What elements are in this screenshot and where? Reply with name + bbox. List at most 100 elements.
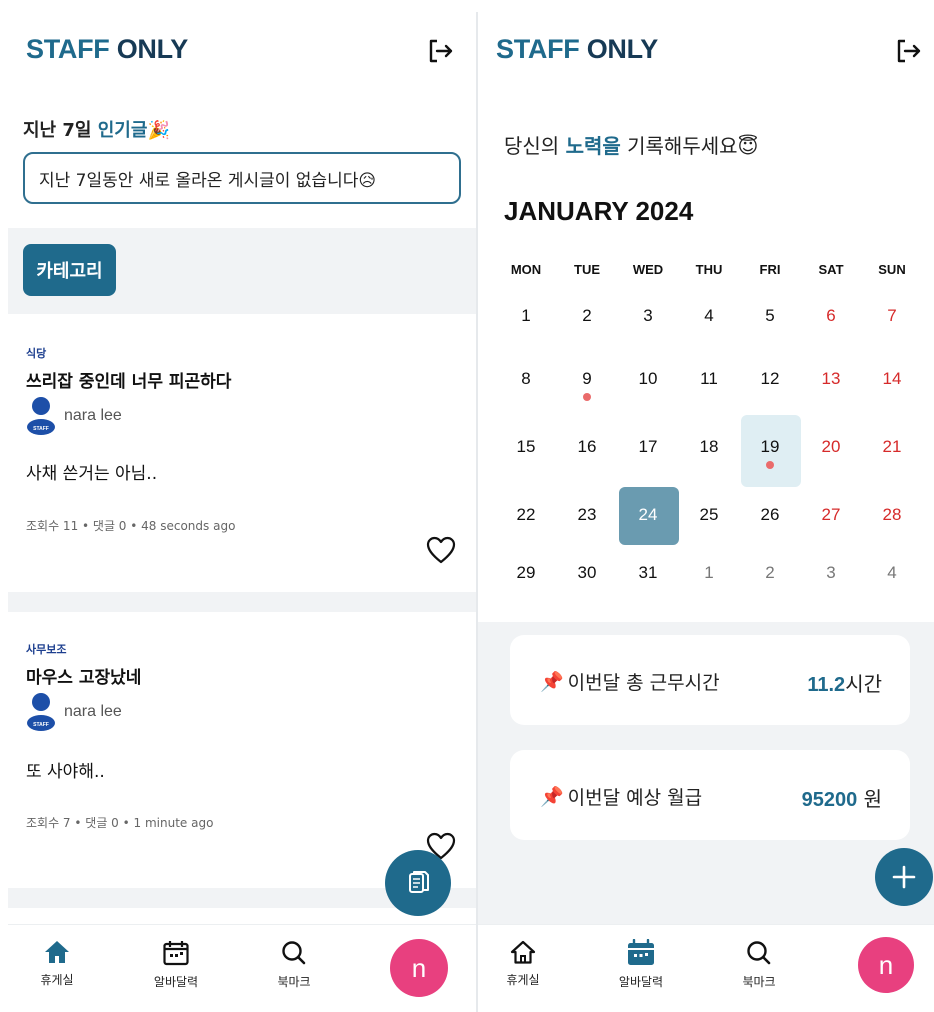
post-meta: 조회수 7 • 댓글 0 • 1 minute ago — [26, 816, 214, 830]
weekday-label: TUE — [574, 262, 600, 277]
shift-marker-dot — [766, 461, 774, 469]
weekday-label: SAT — [818, 262, 844, 277]
heart-icon[interactable] — [426, 536, 456, 564]
stat-number: 95200 — [801, 789, 858, 811]
calendar-day[interactable]: 21 — [862, 437, 922, 457]
calendar-day[interactable]: 1 — [496, 306, 556, 326]
weekday-label: THU — [695, 262, 723, 277]
calendar-icon — [628, 939, 654, 965]
post-card[interactable]: 사무보조 마우스 고장났네 STAFF nara lee 또 사야해.. 조회수… — [8, 612, 476, 888]
nav-item-lounge[interactable]: 휴게실 — [483, 939, 563, 988]
calendar-day[interactable]: 25 — [679, 505, 739, 525]
category-button[interactable]: 카테고리 — [23, 244, 116, 296]
logo-part-staff: STAFF — [496, 34, 580, 64]
calendar-day[interactable]: 28 — [862, 505, 922, 525]
popular-empty-message: 지난 7일동안 새로 올라온 게시글이 없습니다😥 — [23, 152, 461, 204]
calendar-day[interactable]: 6 — [801, 306, 861, 326]
nav-label: 알바달력 — [618, 975, 664, 989]
staff-badge-text: STAFF — [33, 426, 49, 432]
calendar-day[interactable]: 10 — [618, 369, 678, 389]
popular-posts-heading: 지난 7일 인기글🎉 — [23, 116, 170, 142]
calendar-day[interactable]: 22 — [496, 505, 556, 525]
profile-avatar[interactable]: n — [858, 937, 914, 993]
logout-icon[interactable] — [896, 38, 922, 64]
calendar-day[interactable]: 4 — [679, 306, 739, 326]
calendar-screen: STAFF ONLY 당신의 노력을 기록해두세요😇 JANUARY 2024 … — [478, 12, 934, 1012]
post-title: 마우스 고장났네 — [26, 668, 142, 688]
post-author: STAFF nara lee — [26, 396, 122, 436]
nav-item-calendar[interactable]: 알바달력 — [136, 939, 216, 990]
calendar-day[interactable]: 7 — [862, 306, 922, 326]
weekday-label: SUN — [878, 262, 906, 277]
calendar-day[interactable]: 24 — [618, 505, 678, 525]
logout-icon[interactable] — [428, 38, 454, 64]
post-meta: 조회수 11 • 댓글 0 • 48 seconds ago — [26, 519, 236, 533]
party-emoji-icon: 🎉 — [147, 120, 170, 141]
weekday-label: WED — [632, 262, 664, 277]
staff-badge-text: STAFF — [33, 722, 49, 728]
stat-card-hours: 📌 이번달 총 근무시간 11.2시간 — [510, 635, 910, 725]
weekday-label: MON — [510, 262, 542, 277]
post-category: 식당 — [26, 347, 47, 360]
bottom-nav: 휴게실 알바달력 북마크 n — [478, 924, 934, 1012]
calendar-day[interactable]: 3 — [618, 306, 678, 326]
profile-avatar[interactable]: n — [390, 939, 448, 997]
stat-label-text: 이번달 총 근무시간 — [567, 672, 720, 694]
shift-marker-dot — [583, 393, 591, 401]
stat-label-text: 이번달 예상 월급 — [567, 787, 703, 809]
calendar-day[interactable]: 11 — [679, 369, 739, 389]
calendar-day[interactable]: 27 — [801, 505, 861, 525]
calendar-day[interactable]: 26 — [740, 505, 800, 525]
motto-suffix: 기록해두세요😇 — [620, 134, 759, 158]
nav-item-lounge[interactable]: 휴게실 — [17, 939, 97, 988]
calendar-day[interactable]: 30 — [557, 563, 617, 583]
add-shift-button[interactable] — [875, 848, 933, 906]
calendar-day[interactable]: 12 — [740, 369, 800, 389]
calendar-day[interactable]: 23 — [557, 505, 617, 525]
stat-unit: 원 — [857, 787, 882, 811]
calendar-day[interactable]: 13 — [801, 369, 861, 389]
home-icon — [45, 941, 69, 963]
search-icon — [282, 941, 306, 965]
pushpin-icon: 📌 — [540, 671, 564, 693]
calendar-day[interactable]: 31 — [618, 563, 678, 583]
calendar-day[interactable]: 20 — [801, 437, 861, 457]
calendar-day[interactable]: 4 — [862, 563, 922, 583]
logo-part-only: ONLY — [586, 34, 659, 64]
calendar-day[interactable]: 9 — [557, 369, 617, 389]
nav-item-bookmark[interactable]: 북마크 — [719, 939, 799, 990]
calendar-day[interactable]: 2 — [740, 563, 800, 583]
calendar-day[interactable]: 16 — [557, 437, 617, 457]
nav-item-calendar[interactable]: 알바달력 — [601, 939, 681, 990]
calendar-day[interactable]: 14 — [862, 369, 922, 389]
calendar-month-label: JANUARY 2024 — [504, 196, 694, 226]
post-body: 사채 쓴거는 아님.. — [26, 464, 158, 484]
calendar-day[interactable]: 1 — [679, 563, 739, 583]
calendar-day[interactable]: 8 — [496, 369, 556, 389]
calendar-day[interactable]: 5 — [740, 306, 800, 326]
stat-value: 11.2시간 — [807, 668, 882, 697]
stat-label: 📌 이번달 예상 월급 — [540, 783, 702, 810]
lounge-screen: STAFF ONLY 지난 7일 인기글🎉 지난 7일동안 새로 올라온 게시글… — [8, 12, 476, 1012]
staff-avatar-icon: STAFF — [27, 693, 55, 731]
popular-highlight: 인기글 — [97, 120, 148, 141]
weekday-label: FRI — [759, 262, 781, 277]
calendar-day[interactable]: 17 — [618, 437, 678, 457]
write-post-button[interactable] — [385, 850, 451, 916]
calendar-day[interactable]: 2 — [557, 306, 617, 326]
calendar-day[interactable]: 15 — [496, 437, 556, 457]
calendar-day[interactable]: 3 — [801, 563, 861, 583]
app-logo: STAFF ONLY — [496, 34, 658, 65]
post-card[interactable]: 식당 쓰리잡 중인데 너무 피곤하다 STAFF nara lee 사채 쓴거는… — [8, 314, 476, 592]
post-body: 또 사야해.. — [26, 762, 105, 782]
calendar-day[interactable]: 29 — [496, 563, 556, 583]
stat-label: 📌 이번달 총 근무시간 — [540, 668, 720, 695]
popular-prefix: 지난 7일 — [23, 120, 98, 141]
calendar-day[interactable]: 18 — [679, 437, 739, 457]
post-separator — [8, 592, 476, 612]
staff-avatar-icon: STAFF — [27, 397, 55, 435]
calendar-day[interactable]: 19 — [740, 437, 800, 457]
nav-label: 북마크 — [277, 975, 311, 989]
post-author-name: nara lee — [64, 703, 122, 720]
nav-item-bookmark[interactable]: 북마크 — [254, 939, 334, 990]
